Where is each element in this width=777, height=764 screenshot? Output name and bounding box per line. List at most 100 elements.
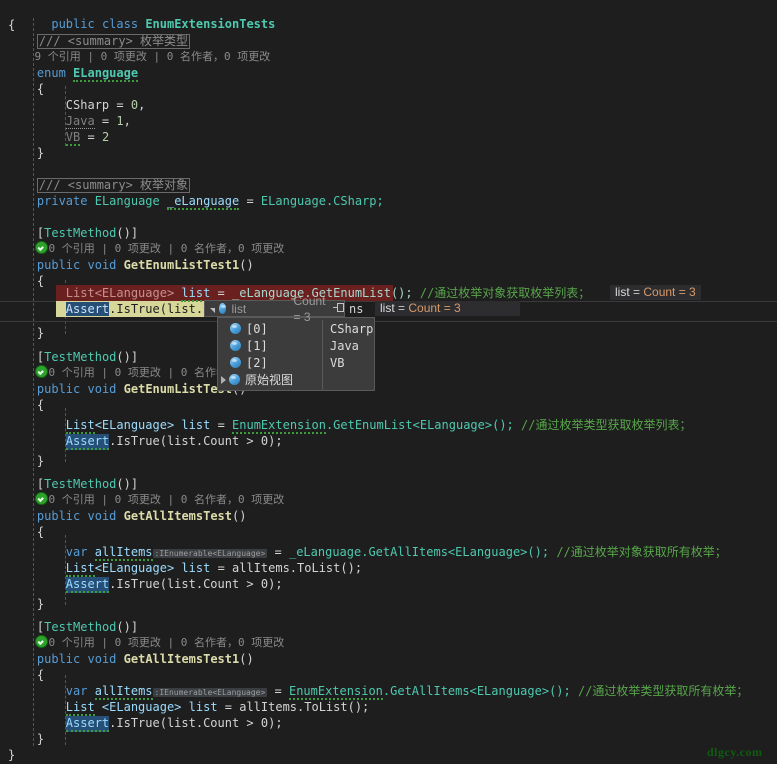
code-line-getenumlist-type: List<ELanguage> list = EnumExtension.Get…: [65, 418, 692, 434]
code-line-method-sig: public void GetEnumListTest(): [0, 381, 247, 397]
brace: }: [36, 454, 45, 468]
brace: {: [36, 525, 45, 539]
codelens-test3[interactable]: 0 个引用 | 0 项更改 | 0 名作者，0 项更改: [0, 492, 284, 508]
class-name: EnumExtensionTests: [145, 17, 276, 31]
brace: }: [36, 597, 45, 611]
enum-member: CSharp: [65, 98, 110, 112]
code-line-enum-member-java: Java = 1,: [65, 114, 131, 129]
code-line-allitems-type: var allItems:IEnumerable<ELanguage> = En…: [65, 684, 749, 700]
debug-var-name: list: [231, 301, 247, 316]
debug-row-1[interactable]: [1] Java: [218, 337, 374, 354]
watermark: dlgcy.com: [707, 745, 763, 759]
codelens-text[interactable]: 0 个引用 | 0 项更改 | 0 名作者，0 项更改: [49, 493, 285, 506]
code-line-method-sig: public void GetEnumListTest1(): [0, 257, 254, 273]
inline-comment: //通过枚举类型获取所有枚举；: [577, 684, 749, 698]
datatip-name: list: [615, 285, 630, 299]
code-line-brace: {: [0, 667, 44, 683]
datatip-sep: =: [394, 301, 409, 315]
debug-datatip-body[interactable]: [0] CSharp [1] Java [2] VB 原始视图: [217, 317, 375, 391]
code-line-field-decl: private ELanguage _eLanguage = ELanguage…: [36, 194, 384, 210]
object-orb-icon: [230, 323, 241, 334]
method-name: GetAllItemsTest1: [123, 652, 240, 666]
test-passed-icon[interactable]: [34, 241, 48, 254]
keyword-public: public: [51, 17, 95, 31]
code-line-attribute: [[TestMethod()]TestMethod()]: [36, 226, 139, 240]
assert-token: Assert: [65, 716, 110, 732]
keyword-private: private: [36, 194, 88, 208]
type-list: List<ELanguage>: [65, 561, 175, 577]
code-line-brace: }: [0, 453, 44, 469]
datatip-list-inline-2[interactable]: list = Count = 3: [375, 301, 520, 316]
debug-row-3[interactable]: 原始视图: [218, 371, 374, 388]
datatip-list-inline-1[interactable]: list = Count = 3: [610, 285, 701, 300]
keyword-public: public: [36, 509, 81, 523]
var-list: list: [181, 418, 211, 432]
codelens-test1[interactable]: 0 个引用 | 0 项更改 | 0 名作者，0 项更改: [0, 241, 284, 257]
enum-value: 2: [101, 130, 110, 144]
object-orb-icon: [230, 340, 241, 351]
keyword-void: void: [87, 509, 117, 523]
inline-type-hint: :IEnumerable<ELanguage>: [152, 549, 268, 558]
assert-rest: .IsTrue(list.Count > 0);: [109, 434, 283, 448]
debug-row-name: 原始视图: [245, 372, 294, 387]
brace: {: [8, 18, 16, 32]
code-editor-window[interactable]: public class EnumExtensionTests { /// <s…: [0, 0, 777, 764]
collapsed-doc-comment[interactable]: /// <summary> 枚举对象: [36, 178, 191, 193]
object-orb-icon: [230, 357, 241, 368]
method-name: GetEnumListTest1: [123, 258, 240, 272]
keyword-public: public: [36, 652, 81, 666]
code-line-attribute: [TestMethod()]: [36, 477, 139, 491]
test-passed-icon[interactable]: [34, 492, 48, 505]
codelens-test4[interactable]: 0 个引用 | 0 项更改 | 0 名作者，0 项更改: [0, 635, 284, 651]
pin-icon[interactable]: [333, 303, 344, 314]
codelens-text[interactable]: 0 个引用 | 0 项更改 | 0 名作者，0 项更改: [49, 636, 285, 649]
parens: (): [239, 258, 254, 272]
code-content[interactable]: public class EnumExtensionTests { /// <s…: [0, 0, 777, 764]
enum-name: ELanguage: [73, 66, 139, 82]
codelens-text[interactable]: 0 个引用 | 0 项更改 | 0 名作者，0 项更改: [49, 242, 285, 255]
code-line-close-brace: }: [0, 747, 15, 763]
field-type: ELanguage: [94, 194, 160, 208]
type-list: List<ELanguage>: [65, 286, 175, 300]
enum-member: Java: [65, 114, 95, 129]
datatip-value: Count = 3: [643, 285, 696, 299]
debug-datatip-header[interactable]: list Count = 3: [204, 294, 345, 324]
code-line-assert-current: Assert.IsTrue(list.: [0, 301, 203, 317]
chevron-down-icon[interactable]: [210, 307, 215, 313]
code-line-assert: Assert.IsTrue(list.Count > 0);: [0, 715, 283, 732]
debug-row-value: Java: [330, 338, 359, 353]
debug-column-divider: [322, 320, 323, 390]
debug-row-name-cell: [1]: [230, 338, 320, 354]
method-name: GetAllItemsTest: [123, 509, 233, 523]
datatip-name: list: [380, 301, 395, 315]
code-line-brace: }: [0, 731, 44, 747]
assert-rest: .IsTrue(list.Count > 0);: [109, 577, 283, 591]
code-line-brace: {: [0, 524, 44, 540]
test-passed-icon[interactable]: [34, 635, 48, 648]
code-line-tolist: List <ELanguage> list = allItems.ToList(…: [65, 700, 370, 716]
debug-row-name-cell: 原始视图: [221, 372, 311, 388]
codelens-enum[interactable]: 9 个引用 | 0 项更改 | 0 名作者，0 项更改: [0, 49, 271, 65]
code-line-doc-enum-type: /// <summary> 枚举类型: [0, 33, 191, 49]
object-orb-icon: [229, 374, 240, 385]
code-line-brace: {: [0, 397, 44, 413]
code-line-method-sig: public void GetAllItemsTest1(): [0, 651, 254, 667]
inline-comment: //通过枚举类型获取枚举列表；: [521, 418, 692, 432]
debug-row-2[interactable]: [2] VB: [218, 354, 374, 371]
test-passed-icon[interactable]: [34, 365, 48, 378]
enum-value: 1: [116, 114, 124, 128]
chevron-right-icon[interactable]: [221, 375, 226, 384]
assert-token: Assert: [65, 577, 110, 593]
method-call: _eLanguage.GetAllItems<ELanguage>();: [288, 545, 550, 559]
code-line-brace: }: [0, 145, 44, 161]
field-name: _eLanguage: [166, 194, 240, 210]
code-line-assert: Assert.IsTrue(list.Count > 0);: [0, 576, 283, 593]
enum-member: VB: [65, 130, 81, 146]
codelens-text[interactable]: 9 个引用 | 0 项更改 | 0 名作者，0 项更改: [35, 50, 271, 63]
code-line-brace: {: [0, 81, 44, 97]
brace: }: [36, 146, 45, 160]
keyword-var: var: [65, 545, 88, 559]
collapsed-doc-comment[interactable]: /// <summary> 枚举类型: [36, 34, 191, 49]
debug-row-name: [1]: [246, 338, 268, 353]
datatip-value: Count = 3: [408, 301, 461, 315]
